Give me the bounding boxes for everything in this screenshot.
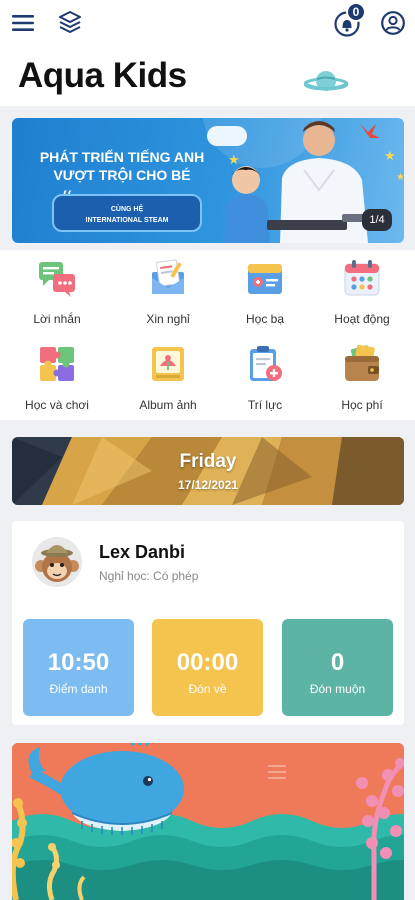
- calendar-icon: [344, 260, 380, 296]
- layers-icon[interactable]: [57, 9, 83, 37]
- stat-label: Điểm danh: [49, 682, 108, 696]
- menu-item-label: Học phí: [341, 398, 383, 412]
- date-day: Friday: [179, 451, 237, 472]
- menu-item-label: Lời nhắn: [33, 312, 81, 326]
- menu-item-label: Trí lực: [247, 398, 283, 412]
- top-app-bar: 0 Aqua Kids: [0, 0, 415, 106]
- health-clipboard-icon: [250, 346, 282, 381]
- stat-pickup[interactable]: 00:00 Đón về: [152, 619, 263, 716]
- stat-value: 0: [330, 649, 345, 676]
- date-value: 17/12/2021: [177, 478, 239, 492]
- student-name: Lex Danbi: [99, 542, 186, 562]
- stat-checkin[interactable]: 10:50 Điểm danh: [23, 619, 134, 716]
- feature-menu-grid: Lời nhắn Xin nghỉ Học bạ Hoạt động Học v…: [0, 250, 415, 420]
- hamburger-menu-icon[interactable]: [10, 10, 36, 36]
- menu-item-leave-request[interactable]: Xin nghỉ: [116, 250, 220, 330]
- ocean-illustration: [12, 743, 404, 900]
- stat-label: Đón muộn: [309, 682, 366, 696]
- menu-item-tuition[interactable]: Học phí: [310, 336, 414, 416]
- student-card[interactable]: Lex Danbi Nghỉ học: Có phép 10:50 Điểm d…: [12, 521, 404, 725]
- banner-pill-line1: CÙNG HỆ: [110, 206, 144, 213]
- menu-item-label: Học và chơi: [25, 398, 89, 412]
- report-card-icon: [248, 264, 282, 294]
- menu-item-label: Xin nghỉ: [146, 312, 190, 326]
- banner-headline-line1: PHÁT TRIỂN TIẾNG ANH: [39, 149, 205, 165]
- bottom-card[interactable]: [12, 743, 404, 900]
- puzzle-icon: [40, 347, 74, 381]
- stat-value: 10:50: [47, 649, 110, 676]
- menu-item-label: Hoạt động: [334, 312, 390, 326]
- star-icon: ★: [228, 152, 240, 167]
- photo-album-icon: [152, 347, 184, 381]
- menu-item-health[interactable]: Trí lực: [213, 336, 317, 416]
- user-profile-icon[interactable]: [380, 10, 406, 36]
- menu-item-label: Album ảnh: [139, 398, 197, 412]
- menu-item-photo-album[interactable]: Album ảnh: [116, 336, 220, 416]
- date-card: Friday 17/12/2021: [12, 437, 404, 505]
- banner-pill: CÙNG HỆ INTERNATIONAL STEAM: [52, 194, 202, 232]
- planet-icon: [304, 71, 348, 91]
- menu-item-activities[interactable]: Hoạt động: [310, 250, 414, 330]
- banner-pill-line2: INTERNATIONAL STEAM: [85, 217, 169, 224]
- carousel-page-indicator: 1/4: [362, 209, 392, 231]
- leave-request-icon: [152, 259, 184, 294]
- promo-banner-carousel[interactable]: ★ ★ ★ PHÁT TRIỂN TIẾNG ANH VƯỢT TRỘI CHO…: [12, 118, 404, 243]
- banner-headline-line2: VƯỢT TRỘI CHO BÉ: [53, 167, 191, 183]
- menu-item-report-card[interactable]: Học bạ: [213, 250, 317, 330]
- menu-item-messages[interactable]: Lời nhắn: [5, 250, 109, 330]
- wallet-icon: [345, 344, 379, 381]
- menu-item-learn-and-play[interactable]: Học và chơi: [5, 336, 109, 416]
- stat-value: 00:00: [176, 649, 239, 676]
- stat-late-pickup[interactable]: 0 Đón muộn: [282, 619, 393, 716]
- stat-label: Đón về: [188, 682, 227, 696]
- notification-badge: 0: [346, 2, 366, 22]
- menu-item-label: Học bạ: [245, 312, 285, 326]
- app-title: Aqua Kids: [18, 56, 187, 95]
- avatar: [32, 537, 82, 587]
- monkey-avatar-icon: [32, 537, 82, 587]
- student-absence-status: Nghỉ học: Có phép: [99, 569, 199, 583]
- star-icon: ★: [384, 148, 396, 163]
- banner-headline: PHÁT TRIỂN TIẾNG ANH VƯỢT TRỘI CHO BÉ: [22, 148, 222, 184]
- message-icon: [39, 262, 75, 297]
- star-icon: ★: [396, 172, 404, 183]
